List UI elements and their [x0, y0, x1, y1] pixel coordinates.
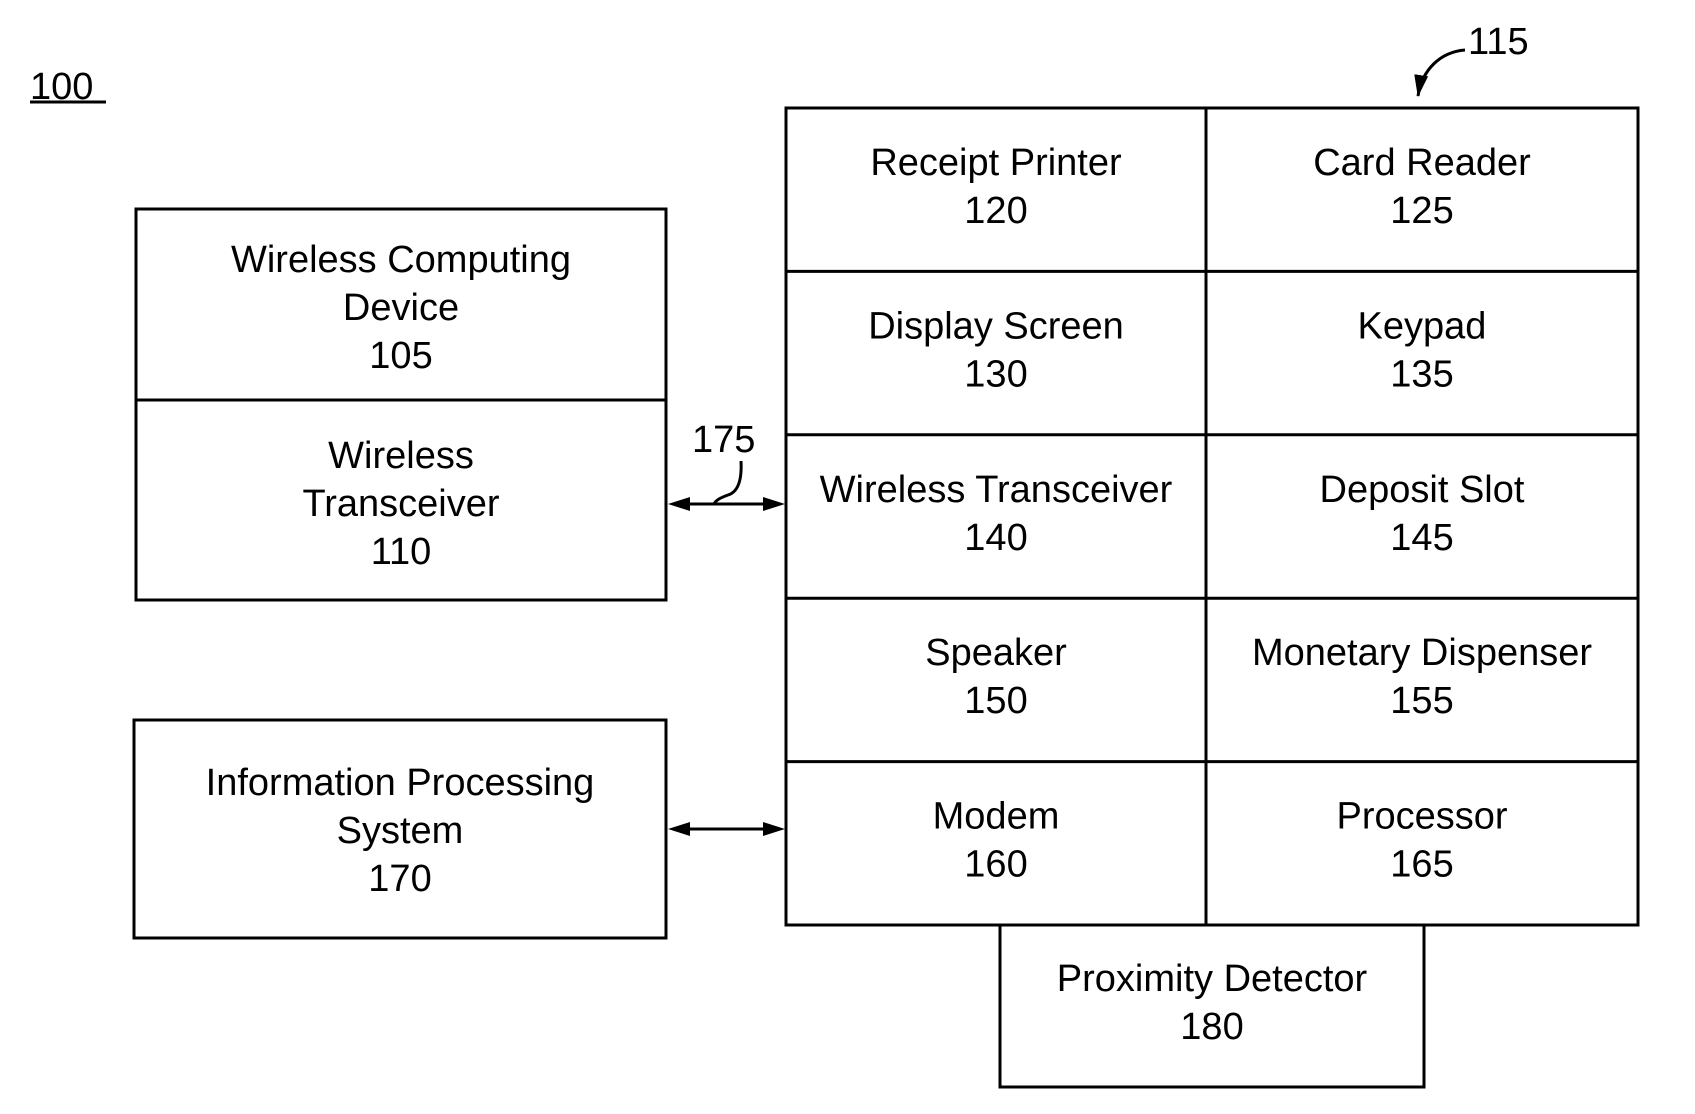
arrow-left-icon: [668, 497, 690, 511]
component-ref: 160: [964, 844, 1027, 886]
component-name: Keypad: [1358, 305, 1487, 347]
atm-outline: [784, 106, 1640, 927]
component-name: Processor: [1336, 796, 1507, 838]
proximity-detector-box: Proximity Detector 180: [998, 923, 1426, 1089]
arrow-right-icon: [763, 822, 785, 836]
component-ref: 130: [964, 353, 1027, 395]
device-transceiver-line-2: Transceiver: [302, 483, 499, 525]
component-ref: 165: [1390, 844, 1453, 886]
component-ref: 150: [964, 680, 1027, 722]
atm-ref-arrow-icon: [1414, 48, 1466, 97]
arrow-right-icon: [763, 497, 785, 511]
component-name: Speaker: [925, 632, 1067, 674]
atm-ref-text: 115: [1468, 21, 1529, 63]
atm-component-grid: Receipt Printer 120 Card Reader 125 Display …: [784, 106, 1640, 927]
proximity-detector-ref: 180: [1180, 1006, 1243, 1048]
component-ref: 140: [964, 517, 1027, 559]
component-name: Wireless Transceiver: [820, 469, 1173, 511]
device-ref: 105: [369, 335, 432, 377]
ips-line-2: System: [337, 810, 464, 852]
ips-ref: 170: [368, 858, 431, 900]
arrow-left-icon: [668, 822, 690, 836]
system-diagram: 100 Wireless Computing Device 105 Wirele…: [30, 21, 1640, 1089]
component-name: Display Screen: [868, 305, 1124, 347]
ips-line-1: Information Processing: [206, 762, 595, 804]
link-ref-text: 175: [692, 419, 755, 461]
wireless-link-175: 175: [668, 419, 785, 511]
component-ref: 145: [1390, 517, 1453, 559]
component-name: Modem: [933, 796, 1060, 838]
ips-modem-link: [668, 822, 785, 836]
device-title-line-1: Wireless Computing: [231, 239, 571, 281]
device-transceiver-ref: 110: [371, 531, 432, 573]
component-name: Deposit Slot: [1320, 469, 1525, 511]
proximity-detector-name: Proximity Detector: [1057, 958, 1368, 1000]
component-name: Monetary Dispenser: [1252, 632, 1592, 674]
component-name: Card Reader: [1313, 142, 1531, 184]
atm-reference-label: 115: [1414, 21, 1529, 97]
system-reference-label: 100: [30, 66, 106, 108]
device-title-line-2: Device: [343, 287, 459, 329]
wireless-computing-device-box: Wireless Computing Device 105 Wireless T…: [134, 207, 668, 602]
component-ref: 155: [1390, 680, 1453, 722]
component-ref: 135: [1390, 353, 1453, 395]
component-ref: 125: [1390, 190, 1453, 232]
information-processing-system-box: Information Processing System 170: [132, 718, 668, 940]
link-ref-leader: [712, 460, 743, 505]
component-name: Receipt Printer: [870, 142, 1122, 184]
component-ref: 120: [964, 190, 1027, 232]
device-transceiver-line-1: Wireless: [328, 435, 474, 477]
